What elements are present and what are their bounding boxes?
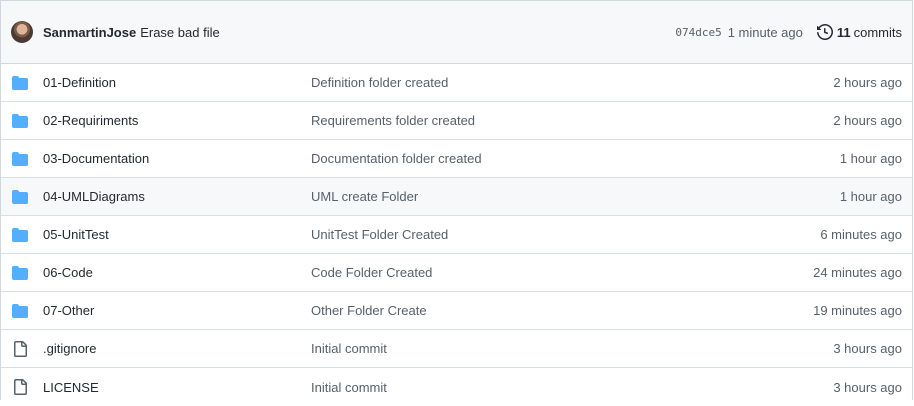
history-icon (816, 24, 833, 40)
folder-icon (12, 113, 28, 129)
file-commit-message-link[interactable]: Code Folder Created (311, 265, 432, 280)
file-row[interactable]: .gitignore Initial commit 3 hours ago (1, 330, 912, 368)
file-row[interactable]: 01-Definition Definition folder created 2 … (1, 64, 912, 102)
file-commit-message-link[interactable]: Documentation folder created (311, 151, 482, 166)
file-name-link[interactable]: 04-UMLDiagrams (43, 189, 145, 204)
file-age: 3 hours ago (833, 341, 902, 356)
folder-icon (12, 151, 28, 167)
folder-icon (12, 227, 28, 243)
file-browser: SanmartinJose Erase bad file 074dce5 1 m… (0, 0, 913, 400)
commits-count: 11 (836, 24, 851, 40)
file-name-link[interactable]: 07-Other (43, 303, 94, 318)
file-row[interactable]: 06-Code Code Folder Created 24 minutes ago (1, 254, 912, 292)
commits-label: commits (853, 24, 902, 40)
file-age: 1 hour ago (839, 189, 902, 204)
file-commit-message-link[interactable]: UML create Folder (311, 189, 418, 204)
file-age: 19 minutes ago (813, 303, 902, 318)
commit-sha-link[interactable]: 074dce5 (675, 26, 721, 39)
avatar[interactable] (11, 21, 33, 43)
folder-icon (12, 189, 28, 205)
file-icon (12, 340, 28, 357)
file-age: 3 hours ago (833, 379, 902, 395)
file-commit-message-link[interactable]: Definition folder created (311, 75, 448, 90)
file-commit-message-link[interactable]: Requirements folder created (311, 113, 475, 128)
file-commit-message-link[interactable]: UnitTest Folder Created (311, 227, 448, 242)
file-row[interactable]: 05-UnitTest UnitTest Folder Created 6 minu… (1, 216, 912, 254)
latest-commit-bar: SanmartinJose Erase bad file 074dce5 1 m… (1, 1, 912, 64)
file-row[interactable]: 03-Documentation Documentation folder cre… (1, 140, 912, 178)
file-name-link[interactable]: LICENSE (43, 380, 99, 395)
file-age: 2 hours ago (833, 113, 902, 128)
file-commit-message-link[interactable]: Initial commit (311, 380, 387, 395)
folder-icon (12, 303, 28, 319)
commits-history-link[interactable]: 11 commits (816, 24, 902, 40)
folder-icon (12, 75, 28, 91)
file-commit-message-link[interactable]: Other Folder Create (311, 303, 427, 318)
file-age: 1 hour ago (839, 151, 902, 166)
file-commit-message-link[interactable]: Initial commit (311, 341, 387, 356)
file-icon (12, 379, 28, 395)
commit-author-link[interactable]: SanmartinJose (43, 25, 136, 40)
file-list: 01-Definition Definition folder created 2 … (1, 64, 912, 406)
commit-time-ago: 1 minute ago (727, 24, 803, 40)
file-name-link[interactable]: .gitignore (43, 341, 96, 356)
file-age: 6 minutes ago (820, 227, 902, 242)
commit-message-link[interactable]: Erase bad file (140, 25, 220, 40)
file-age: 2 hours ago (833, 75, 902, 90)
file-row[interactable]: 02-Requiriments Requirements folder creat… (1, 102, 912, 140)
commit-meta: 074dce5 1 minute ago 11 commits (675, 24, 902, 40)
file-row[interactable]: LICENSE Initial commit 3 hours ago (1, 368, 912, 406)
file-name-link[interactable]: 03-Documentation (43, 151, 149, 166)
file-name-link[interactable]: 01-Definition (43, 75, 116, 90)
file-name-link[interactable]: 02-Requiriments (43, 113, 138, 128)
file-name-link[interactable]: 05-UnitTest (43, 227, 109, 242)
file-row[interactable]: 04-UMLDiagrams UML create Folder 1 hour ag… (1, 178, 912, 216)
folder-icon (12, 265, 28, 281)
file-row[interactable]: 07-Other Other Folder Create 19 minutes ag… (1, 292, 912, 330)
file-name-link[interactable]: 06-Code (43, 265, 93, 280)
file-age: 24 minutes ago (813, 265, 902, 280)
